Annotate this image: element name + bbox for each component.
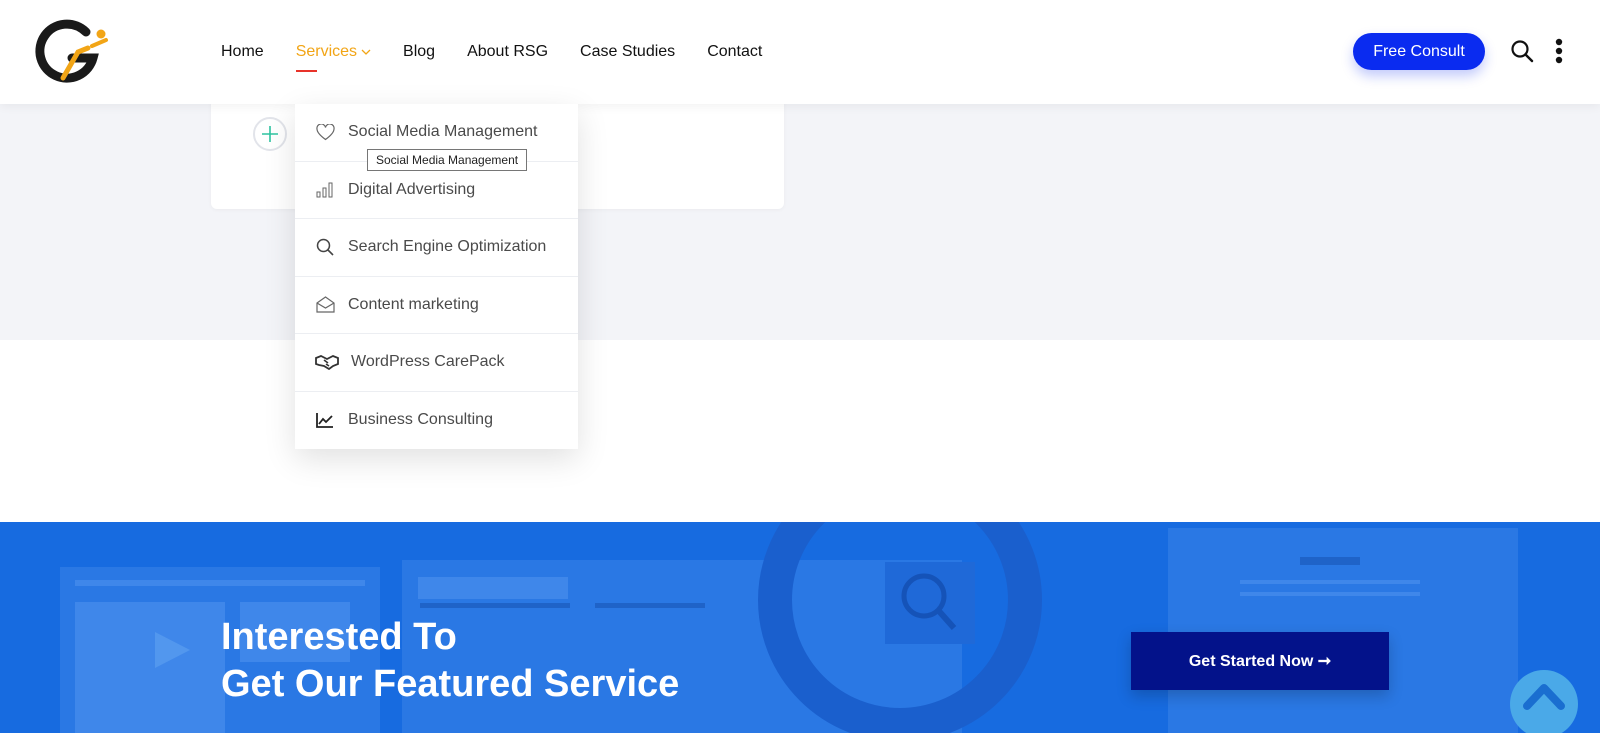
scroll-to-top-button[interactable] <box>1510 670 1578 733</box>
more-menu-icon[interactable] <box>1555 38 1563 64</box>
nav-contact[interactable]: Contact <box>707 43 762 61</box>
bar-chart-icon <box>315 180 335 200</box>
tooltip: Social Media Management <box>367 149 528 171</box>
banner-heading: Interested To Get Our Featured Service <box>221 614 679 708</box>
nav-blog-label: Blog <box>403 43 436 60</box>
banner-heading-line1: Interested To <box>221 616 457 658</box>
nav-case-studies[interactable]: Case Studies <box>580 43 675 61</box>
nav-contact-label: Contact <box>707 43 763 60</box>
nav-case-studies-label: Case Studies <box>580 43 676 60</box>
envelope-open-icon <box>315 295 335 315</box>
chevron-down-icon <box>361 49 371 55</box>
search-icon <box>315 237 335 257</box>
dropdown-item-seo[interactable]: Search Engine Optimization <box>295 219 578 277</box>
dropdown-item-label: Digital Advertising <box>348 180 476 198</box>
nav-about[interactable]: About RSG <box>467 43 548 61</box>
dropdown-item-label: Social Media Management <box>348 123 538 141</box>
nav-home-label: Home <box>221 43 264 60</box>
banner-heading-line2: Get Our Featured Service <box>221 663 680 705</box>
free-consult-button[interactable]: Free Consult <box>1353 33 1485 70</box>
plus-icon <box>262 126 278 142</box>
handshake-icon <box>315 352 339 372</box>
chevron-up-icon <box>1523 684 1565 710</box>
main-nav: Home Services Blog About RSG Case Studie… <box>221 0 794 104</box>
rsg-logo[interactable] <box>30 18 110 84</box>
dropdown-item-content-marketing[interactable]: Content marketing <box>295 277 578 334</box>
dropdown-item-label: Content marketing <box>348 295 479 313</box>
expand-button[interactable] <box>253 117 287 151</box>
dropdown-item-label: Search Engine Optimization <box>348 238 547 256</box>
dropdown-item-business-consulting[interactable]: Business Consulting <box>295 392 578 450</box>
nav-services[interactable]: Services <box>295 43 371 72</box>
site-header: Home Services Blog About RSG Case Studie… <box>0 0 1600 104</box>
nav-services-label: Services <box>295 43 358 60</box>
active-underline <box>295 70 317 72</box>
featured-service-banner: Interested To Get Our Featured Service G… <box>0 522 1600 733</box>
dropdown-item-label: WordPress CarePack <box>351 353 505 371</box>
nav-blog[interactable]: Blog <box>403 43 435 61</box>
nav-home[interactable]: Home <box>221 43 264 61</box>
nav-about-label: About RSG <box>467 43 549 60</box>
search-icon[interactable] <box>1510 39 1534 63</box>
dropdown-item-wordpress-carepack[interactable]: WordPress CarePack <box>295 334 578 392</box>
heart-icon <box>315 122 335 142</box>
dropdown-item-label: Business Consulting <box>348 411 493 429</box>
get-started-button[interactable]: Get Started Now ➞ <box>1131 632 1389 690</box>
line-chart-icon <box>315 410 335 430</box>
